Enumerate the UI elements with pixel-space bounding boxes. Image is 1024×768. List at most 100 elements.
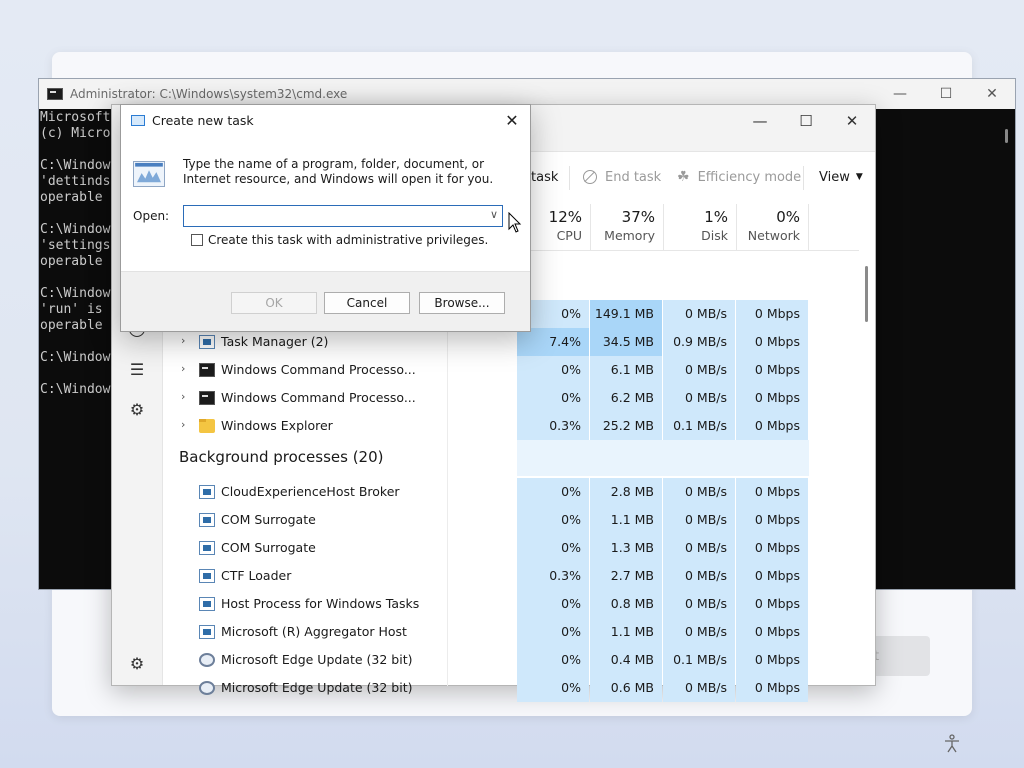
accessibility-icon[interactable] [942, 734, 962, 754]
process-disk-cell: 0 MB/s [663, 590, 735, 618]
view-menu-button[interactable]: View ▼ [819, 152, 863, 202]
dialog-description: Type the name of a program, folder, docu… [183, 157, 494, 186]
process-disk-cell: 0 MB/s [663, 562, 735, 590]
close-icon[interactable]: ✕ [829, 105, 875, 137]
process-net-cell: 0 Mbps [736, 384, 808, 412]
chevron-right-icon[interactable]: › [181, 418, 185, 431]
browse-button[interactable]: Browse... [419, 292, 505, 314]
processes-scrollbar[interactable] [859, 250, 875, 686]
process-disk-cell: 0 MB/s [663, 618, 735, 646]
process-name: CloudExperienceHost Broker [221, 484, 400, 499]
admin-privileges-checkbox[interactable]: Create this task with administrative pri… [191, 233, 488, 247]
process-cpu-cell: 0% [517, 478, 589, 506]
process-row[interactable]: Microsoft Edge Update (32 bit) 0% 0.6 MB 0 … [163, 674, 859, 702]
process-name: Microsoft Edge Update (32 bit) [221, 652, 413, 667]
maximize-icon[interactable]: ☐ [923, 79, 969, 109]
process-cpu-cell: 0.3% [517, 412, 589, 440]
open-input[interactable] [184, 207, 474, 227]
process-net-cell: 0 Mbps [736, 674, 808, 702]
process-mem-cell: 1.1 MB [590, 506, 662, 534]
column-header-network[interactable]: 0% Network [736, 204, 809, 250]
close-icon[interactable]: ✕ [500, 109, 524, 131]
setup-next-button[interactable]: t [870, 636, 930, 676]
process-icon [199, 597, 215, 611]
efficiency-mode-button[interactable]: ☘ Efficiency mode [677, 152, 801, 202]
process-name: Microsoft (R) Aggregator Host [221, 624, 407, 639]
process-disk-cell: 0.1 MB/s [663, 646, 735, 674]
process-row[interactable]: COM Surrogate 0% 1.1 MB 0 MB/s 0 Mbps [163, 506, 859, 534]
leaf-icon: ☘ [677, 169, 690, 185]
dialog-titlebar[interactable]: Create new task [121, 105, 530, 135]
process-icon [199, 541, 215, 555]
process-icon [199, 513, 215, 527]
run-new-task-button[interactable]: task [531, 152, 558, 202]
column-header-disk[interactable]: 1% Disk [663, 204, 736, 250]
chevron-right-icon[interactable]: › [181, 362, 185, 375]
chevron-down-icon[interactable]: ∨ [490, 208, 498, 221]
process-cpu-cell: 0% [517, 534, 589, 562]
process-icon [199, 653, 215, 667]
checkbox-icon[interactable] [191, 234, 203, 246]
process-row[interactable]: CloudExperienceHost Broker 0% 2.8 MB 0 MB/s… [163, 478, 859, 506]
details-list-icon[interactable]: ☰ [127, 359, 147, 379]
process-mem-cell: 0.4 MB [590, 646, 662, 674]
process-mem-cell: 2.7 MB [590, 562, 662, 590]
process-row[interactable]: Host Process for Windows Tasks 0% 0.8 MB 0 … [163, 590, 859, 618]
minimize-icon[interactable]: — [737, 105, 783, 137]
process-net-cell: 0 Mbps [736, 534, 808, 562]
process-icon [199, 391, 215, 405]
chevron-right-icon[interactable]: › [181, 390, 185, 403]
process-name: COM Surrogate [221, 540, 316, 555]
end-task-icon [583, 170, 597, 184]
dialog-footer: OK Cancel Browse... [121, 271, 530, 331]
open-combobox[interactable]: ∨ [183, 205, 503, 227]
process-name: Host Process for Windows Tasks [221, 596, 420, 611]
process-net-cell: 0 Mbps [736, 618, 808, 646]
close-icon[interactable]: ✕ [969, 79, 1015, 109]
process-row[interactable]: › Task Manager (2) 7.4% 34.5 MB 0.9 MB/s 0 Mb… [163, 328, 859, 356]
end-task-button[interactable]: End task [583, 152, 661, 202]
process-name: CTF Loader [221, 568, 292, 583]
process-mem-cell: 6.1 MB [590, 356, 662, 384]
process-disk-cell: 0.9 MB/s [663, 328, 735, 356]
process-disk-cell: 0 MB/s [663, 384, 735, 412]
create-new-task-dialog: Create new task ✕ Type the name of a pro… [120, 104, 531, 332]
column-header-memory[interactable]: 37% Memory [590, 204, 663, 250]
minimize-icon[interactable]: — [877, 79, 923, 109]
process-net-cell: 0 Mbps [736, 356, 808, 384]
process-row[interactable]: COM Surrogate 0% 1.3 MB 0 MB/s 0 Mbps [163, 534, 859, 562]
ok-button[interactable]: OK [231, 292, 317, 314]
settings-gear-icon[interactable]: ⚙ [127, 653, 147, 673]
process-name: Windows Command Processo... [221, 362, 416, 377]
process-name: Microsoft Edge Update (32 bit) [221, 680, 413, 695]
chevron-down-icon: ▼ [855, 172, 863, 182]
process-cpu-cell: 0% [517, 384, 589, 412]
process-net-cell: 0 Mbps [736, 478, 808, 506]
process-row[interactable]: › Windows Command Processo... 0% 6.2 MB 0 MB… [163, 384, 859, 412]
process-disk-cell: 0 MB/s [663, 356, 735, 384]
process-row[interactable]: CTF Loader 0.3% 2.7 MB 0 MB/s 0 Mbps [163, 562, 859, 590]
process-cpu-cell: 7.4% [517, 328, 589, 356]
process-icon [199, 335, 215, 349]
process-disk-cell: 0.1 MB/s [663, 412, 735, 440]
process-row[interactable]: › Windows Explorer 0.3% 25.2 MB 0.1 MB/s 0 Mb… [163, 412, 859, 440]
process-cpu-cell: 0% [517, 506, 589, 534]
process-name: Task Manager (2) [221, 334, 329, 349]
process-icon [199, 485, 215, 499]
cancel-button[interactable]: Cancel [324, 292, 410, 314]
chevron-right-icon[interactable]: › [181, 334, 185, 347]
process-row[interactable]: › Windows Command Processo... 0% 6.1 MB 0 MB… [163, 356, 859, 384]
process-net-cell: 0 Mbps [736, 328, 808, 356]
cmd-title: Administrator: C:\Windows\system32\cmd.e… [70, 87, 348, 101]
process-mem-cell: 0.6 MB [590, 674, 662, 702]
process-name: COM Surrogate [221, 512, 316, 527]
process-mem-cell: 34.5 MB [590, 328, 662, 356]
run-icon [131, 114, 145, 126]
maximize-icon[interactable]: ☐ [783, 105, 829, 137]
services-icon[interactable]: ⚙ [127, 399, 147, 419]
process-row[interactable]: Microsoft (R) Aggregator Host 0% 1.1 MB 0 M… [163, 618, 859, 646]
cmd-scrollbar[interactable] [999, 109, 1015, 589]
process-mem-cell: 25.2 MB [590, 412, 662, 440]
process-row[interactable]: Microsoft Edge Update (32 bit) 0% 0.4 MB 0.… [163, 646, 859, 674]
process-net-cell: 0 Mbps [736, 300, 808, 328]
